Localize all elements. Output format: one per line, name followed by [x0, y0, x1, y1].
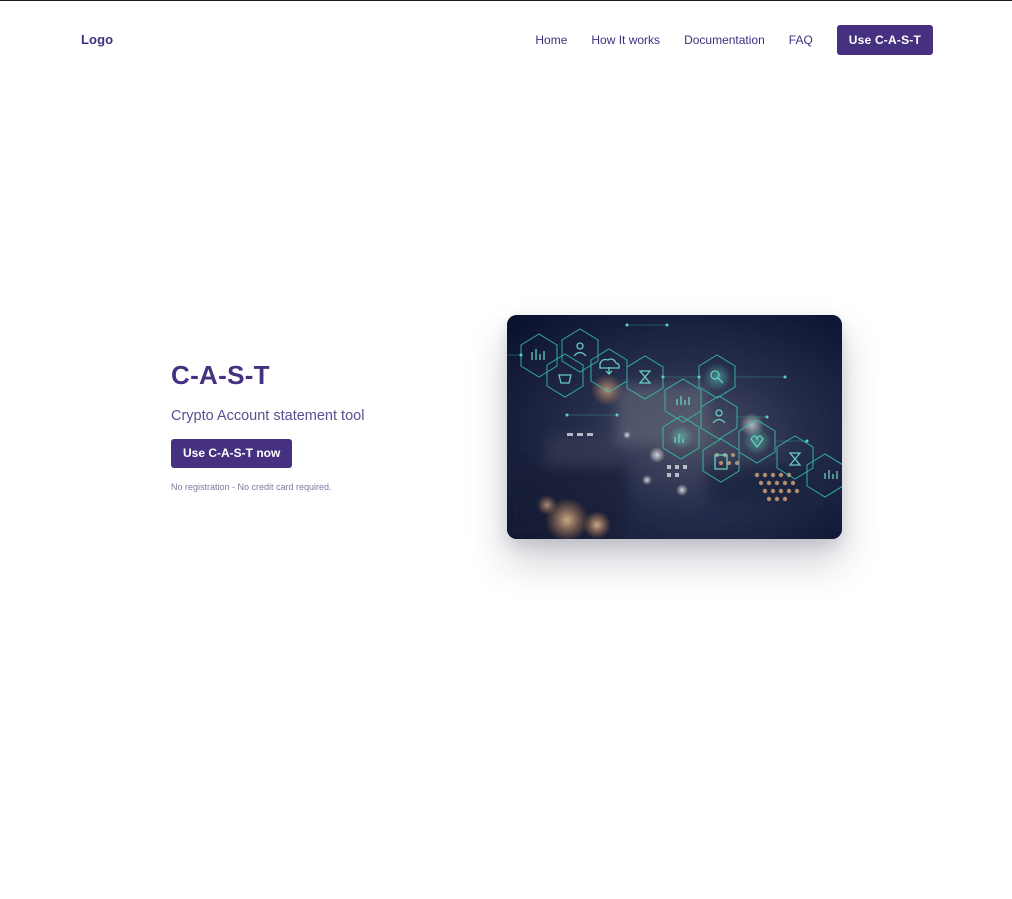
hero-note: No registration - No credit card require…	[171, 482, 332, 492]
use-cast-now-button[interactable]: Use C-A-S-T now	[171, 439, 293, 468]
nav-documentation[interactable]: Documentation	[684, 33, 765, 47]
nav-home[interactable]: Home	[535, 33, 567, 47]
hero-subtitle: Crypto Account statement tool	[171, 408, 365, 424]
use-cast-button[interactable]: Use C-A-S-T	[836, 25, 933, 55]
top-border	[0, 0, 1012, 1]
main-nav: Home How It works Documentation FAQ Use …	[535, 25, 933, 55]
circuit-board-blockchain-image	[507, 315, 842, 539]
nav-how-it-works[interactable]: How It works	[591, 33, 660, 47]
hero-title: C-A-S-T	[171, 360, 270, 390]
logo[interactable]: Logo	[81, 32, 113, 47]
nav-faq[interactable]: FAQ	[789, 33, 813, 47]
